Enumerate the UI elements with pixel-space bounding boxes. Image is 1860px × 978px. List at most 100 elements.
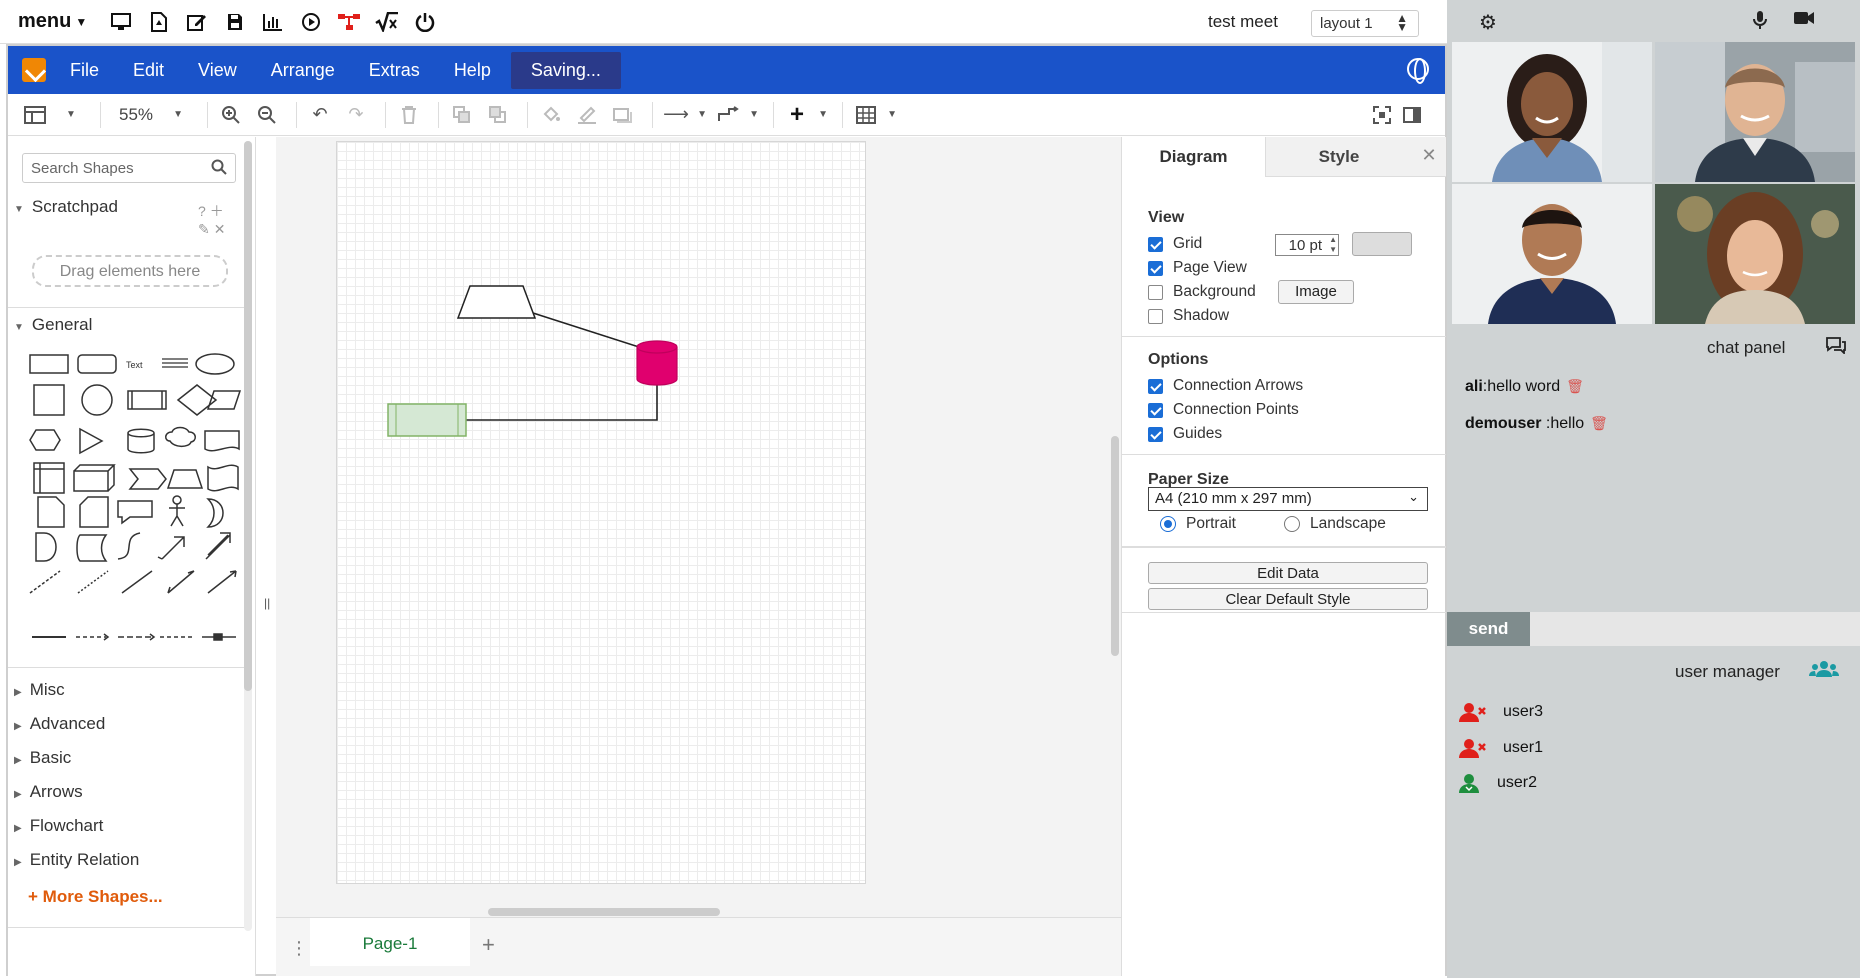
- grid-size-input[interactable]: 10 pt ▲ ▼: [1275, 234, 1339, 256]
- menu-help[interactable]: Help: [454, 60, 491, 81]
- diagram-canvas[interactable]: [276, 137, 1131, 917]
- globe-icon[interactable]: [1407, 58, 1429, 84]
- checkbox-icon[interactable]: [1148, 378, 1163, 394]
- to-front-icon[interactable]: [447, 101, 477, 129]
- user-row[interactable]: user1: [1457, 738, 1543, 758]
- chart-icon[interactable]: [261, 10, 285, 34]
- formula-icon[interactable]: [375, 10, 399, 34]
- paper-size-select[interactable]: A4 (210 mm x 297 mm) ⌄: [1148, 487, 1428, 511]
- tab-page-1[interactable]: Page-1: [310, 918, 470, 966]
- rectangle-shape[interactable]: [387, 403, 467, 437]
- page-view-checkbox[interactable]: Page View: [1148, 259, 1247, 277]
- grid-color-button[interactable]: [1352, 232, 1412, 256]
- to-back-icon[interactable]: [483, 101, 513, 129]
- category-flowchart[interactable]: ▶ Flowchart: [14, 816, 103, 836]
- search-shapes-input[interactable]: Search Shapes: [22, 153, 236, 183]
- checkbox-icon[interactable]: [1148, 308, 1163, 324]
- radio-icon[interactable]: [1284, 516, 1300, 532]
- camera-icon[interactable]: [1793, 10, 1815, 31]
- general-header[interactable]: ▼ General: [14, 315, 92, 335]
- category-basic[interactable]: ▶ Basic: [14, 748, 71, 768]
- panels-dropdown-icon[interactable]: ▼: [56, 101, 86, 129]
- clear-default-style-button[interactable]: Clear Default Style: [1148, 588, 1428, 610]
- zoom-out-icon[interactable]: [252, 101, 282, 129]
- landscape-radio[interactable]: Landscape: [1284, 515, 1386, 533]
- menu-button[interactable]: menu ▼: [18, 10, 87, 33]
- close-icon[interactable]: ✕: [1412, 137, 1446, 177]
- tab-style[interactable]: Style: [1266, 137, 1412, 177]
- grid-checkbox[interactable]: Grid: [1148, 235, 1202, 253]
- connection-points-checkbox[interactable]: Connection Points: [1148, 401, 1299, 419]
- shapes-scrollbar[interactable]: [244, 141, 252, 931]
- canvas-vertical-scrollbar[interactable]: [1111, 436, 1119, 656]
- play-icon[interactable]: [299, 10, 323, 34]
- undo-icon[interactable]: ↶: [305, 101, 335, 129]
- trash-icon[interactable]: 🗑: [1590, 415, 1608, 431]
- canvas-horizontal-scrollbar[interactable]: [488, 908, 720, 916]
- gear-icon[interactable]: ⚙: [1479, 10, 1497, 35]
- menu-extras[interactable]: Extras: [369, 60, 420, 81]
- menu-arrange[interactable]: Arrange: [271, 60, 335, 81]
- users-icon[interactable]: [1809, 660, 1839, 683]
- user-row[interactable]: user2: [1457, 773, 1537, 793]
- video-tile-participant-1[interactable]: [1452, 42, 1652, 182]
- save-icon[interactable]: [223, 10, 247, 34]
- spinner-icon[interactable]: ▲ ▼: [1329, 235, 1337, 255]
- tab-diagram[interactable]: Diagram: [1122, 137, 1266, 177]
- category-arrows[interactable]: ▶ Arrows: [14, 782, 83, 802]
- radio-icon[interactable]: [1160, 516, 1176, 532]
- video-tile-participant-3[interactable]: [1452, 184, 1652, 324]
- menu-edit[interactable]: Edit: [133, 60, 164, 81]
- pdf-icon[interactable]: [147, 10, 171, 34]
- monitor-icon[interactable]: [109, 10, 133, 34]
- menu-file[interactable]: File: [70, 60, 99, 81]
- table-icon[interactable]: [851, 101, 881, 129]
- zoom-in-icon[interactable]: [216, 101, 246, 129]
- background-checkbox[interactable]: Background: [1148, 283, 1256, 301]
- connection-dropdown-icon[interactable]: ▼: [697, 101, 707, 129]
- checkbox-icon[interactable]: [1148, 402, 1163, 418]
- panel-resize-handle[interactable]: ||: [264, 596, 270, 610]
- share-icon[interactable]: [337, 10, 361, 34]
- zoom-dropdown-icon[interactable]: ▼: [163, 101, 193, 129]
- user-row[interactable]: user3: [1457, 702, 1543, 722]
- waypoints-dropdown-icon[interactable]: ▼: [749, 101, 759, 129]
- insert-icon[interactable]: +: [782, 101, 812, 129]
- add-page-icon[interactable]: +: [482, 932, 495, 958]
- video-tile-participant-4[interactable]: [1655, 184, 1855, 324]
- send-button[interactable]: send: [1447, 612, 1530, 646]
- connection-arrows-checkbox[interactable]: Connection Arrows: [1148, 377, 1303, 395]
- more-shapes-button[interactable]: + More Shapes...: [28, 887, 163, 907]
- microphone-icon[interactable]: [1753, 10, 1767, 35]
- delete-icon[interactable]: [394, 101, 424, 129]
- trapezoid-shape[interactable]: [456, 285, 537, 319]
- video-tile-participant-2[interactable]: [1655, 42, 1855, 182]
- pages-menu-icon[interactable]: ⋮: [290, 938, 308, 959]
- chat-input[interactable]: [1530, 612, 1860, 646]
- power-icon[interactable]: [413, 10, 437, 34]
- guides-checkbox[interactable]: Guides: [1148, 425, 1222, 443]
- shadow-icon[interactable]: [608, 101, 638, 129]
- portrait-radio[interactable]: Portrait: [1160, 515, 1236, 533]
- panels-icon[interactable]: [20, 101, 50, 129]
- chat-icon[interactable]: [1825, 336, 1847, 359]
- connector-shapes-palette[interactable]: [22, 627, 242, 647]
- redo-icon[interactable]: ↷: [341, 101, 371, 129]
- scratchpad-header[interactable]: ▼ Scratchpad: [14, 197, 118, 217]
- insert-dropdown-icon[interactable]: ▼: [818, 101, 828, 129]
- category-entity-relation[interactable]: ▶ Entity Relation: [14, 850, 139, 870]
- menu-view[interactable]: View: [198, 60, 237, 81]
- scratchpad-drop-zone[interactable]: Drag elements here: [32, 255, 228, 287]
- checkbox-icon[interactable]: [1148, 236, 1163, 252]
- layout-select[interactable]: layout 1 ▲ ▼: [1311, 10, 1419, 37]
- fullscreen-icon[interactable]: [1367, 101, 1397, 129]
- diagram-page[interactable]: [336, 141, 866, 884]
- trash-icon[interactable]: 🗑: [1566, 378, 1584, 394]
- edit-data-button[interactable]: Edit Data: [1148, 562, 1428, 584]
- shadow-checkbox[interactable]: Shadow: [1148, 307, 1229, 325]
- image-button[interactable]: Image: [1278, 280, 1354, 304]
- format-panel-toggle-icon[interactable]: [1397, 101, 1427, 129]
- waypoints-icon[interactable]: [713, 101, 743, 129]
- category-advanced[interactable]: ▶ Advanced: [14, 714, 105, 734]
- cylinder-shape[interactable]: [636, 340, 678, 386]
